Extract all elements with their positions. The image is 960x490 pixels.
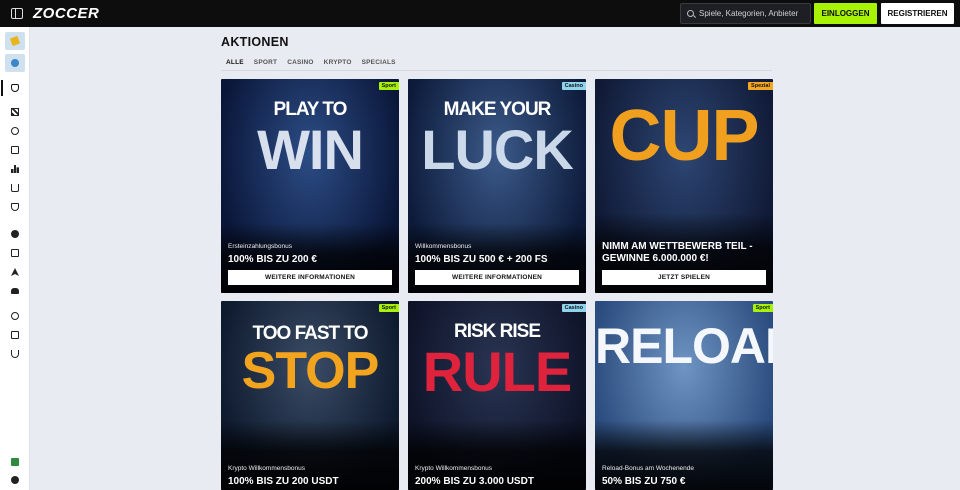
art-title-main: LUCK	[421, 118, 574, 181]
tab-alle[interactable]: ALLE	[221, 56, 249, 71]
register-button[interactable]: REGISTRIEREN	[881, 3, 954, 24]
coins-icon	[11, 312, 19, 320]
play-now-button[interactable]: JETZT SPIELEN	[602, 270, 766, 285]
bag-icon	[11, 84, 19, 92]
car-icon	[11, 288, 19, 294]
sidebar-item-help[interactable]	[5, 471, 25, 489]
art-title-main: RELOAD	[595, 318, 773, 374]
card-subtitle: Reload-Bonus am Wochenende	[602, 465, 695, 472]
exchange-icon	[11, 331, 19, 339]
card-subtitle: Krypto Willkommensbonus	[228, 465, 305, 472]
art-title-main: RULE	[422, 340, 572, 403]
card-subtitle: Willkommensbonus	[415, 243, 472, 250]
basket-icon	[11, 184, 19, 192]
podium-icon	[11, 165, 19, 173]
checkered-flag-icon	[11, 108, 19, 116]
category-badge: Sport	[378, 304, 399, 312]
tabs-divider	[221, 70, 772, 71]
chart-icon	[11, 146, 19, 154]
tab-specials[interactable]: SPECIALS	[357, 56, 401, 71]
magnet-icon	[11, 350, 19, 358]
award-icon	[11, 127, 19, 135]
category-badge: Sport	[378, 82, 399, 90]
rocket-icon	[11, 268, 19, 276]
promo-card[interactable]: RISK RISE RULE Casino Krypto Willkommens…	[408, 301, 586, 490]
search-box[interactable]	[680, 3, 811, 24]
search-input[interactable]	[699, 9, 809, 18]
promo-card[interactable]: MAKE YOUR LUCK Casino Willkommensbonus 1…	[408, 79, 586, 293]
card-subtitle: Ersteinzahlungsbonus	[228, 243, 292, 250]
sidebar-item-crash[interactable]	[5, 263, 25, 281]
card-headline: 100% BIS ZU 500 € + 200 FS	[415, 254, 548, 265]
sidebar-item-magnet[interactable]	[5, 345, 25, 363]
licence-icon	[11, 458, 19, 466]
sidebar-item-racing[interactable]	[5, 103, 25, 121]
category-badge: Casino	[561, 304, 586, 312]
card-headline: 100% BIS ZU 200 €	[228, 254, 317, 265]
logo[interactable]: ZOCCER	[33, 5, 99, 22]
sidebar-item-sports[interactable]	[5, 54, 25, 72]
art-title-main: WIN	[257, 118, 364, 181]
promo-card[interactable]: PLAY TO WIN Sport Ersteinzahlungsbonus 1…	[221, 79, 399, 293]
category-badge: Spezial	[748, 82, 773, 90]
shield-icon	[11, 203, 19, 211]
sidebar-item-casino[interactable]	[1, 79, 25, 97]
tab-casino[interactable]: CASINO	[282, 56, 318, 71]
more-info-button[interactable]: WEITERE INFORMATIONEN	[228, 270, 392, 285]
ball-icon	[11, 230, 19, 238]
sidebar-item-tickets[interactable]	[5, 244, 25, 262]
more-info-button[interactable]: WEITERE INFORMATIONEN	[415, 270, 579, 285]
sidebar-item-stats[interactable]	[5, 141, 25, 159]
sidebar-item-shop[interactable]	[5, 179, 25, 197]
sidebar-toggle-icon[interactable]	[11, 8, 23, 19]
sidebar-item-exchange[interactable]	[5, 326, 25, 344]
art-title-main: STOP	[241, 342, 380, 400]
category-badge: Casino	[561, 82, 586, 90]
sidebar-item-awards[interactable]	[5, 122, 25, 140]
promo-card[interactable]: RELOAD Sport Reload-Bonus am Wochenende …	[595, 301, 773, 490]
card-headline: 50% BIS ZU 750 €	[602, 476, 686, 487]
promo-tabs: ALLE SPORT CASINO KRYPTO SPECIALS	[221, 56, 401, 71]
login-button[interactable]: EINLOGGEN	[814, 3, 877, 24]
page-title: AKTIONEN	[221, 35, 289, 49]
card-headline: 100% BIS ZU 200 USDT	[228, 476, 339, 487]
card-subtitle: Krypto Willkommensbonus	[415, 465, 492, 472]
sidebar-item-licence[interactable]	[5, 453, 25, 471]
card-headline: 200% BIS ZU 3.000 USDT	[415, 476, 534, 487]
sidebar	[0, 27, 30, 490]
card-headline: NIMM AM WETTBEWERB TEIL - GEWINNE 6.000.…	[602, 241, 753, 264]
globe-icon	[11, 59, 19, 67]
promo-card[interactable]: TOO FAST TO STOP Sport Krypto Willkommen…	[221, 301, 399, 490]
sidebar-item-virtual[interactable]	[5, 282, 25, 300]
top-bar: ZOCCER EINLOGGEN REGISTRIEREN	[0, 0, 960, 27]
category-badge: Sport	[752, 304, 773, 312]
tab-krypto[interactable]: KRYPTO	[319, 56, 357, 71]
search-icon	[687, 10, 694, 17]
sidebar-item-crypto[interactable]	[5, 307, 25, 325]
sidebar-item-live[interactable]	[5, 225, 25, 243]
art-title-main: CUP	[609, 96, 759, 176]
sidebar-item-leaderboard[interactable]	[5, 160, 25, 178]
sidebar-item-security[interactable]	[5, 198, 25, 216]
help-icon	[11, 476, 19, 484]
sidebar-item-promotions[interactable]	[5, 32, 25, 50]
promo-card[interactable]: CUP Spezial NIMM AM WETTBEWERB TEIL - GE…	[595, 79, 773, 293]
promo-icon	[9, 35, 21, 47]
ticket-icon	[11, 249, 19, 257]
tab-sport[interactable]: SPORT	[249, 56, 282, 71]
